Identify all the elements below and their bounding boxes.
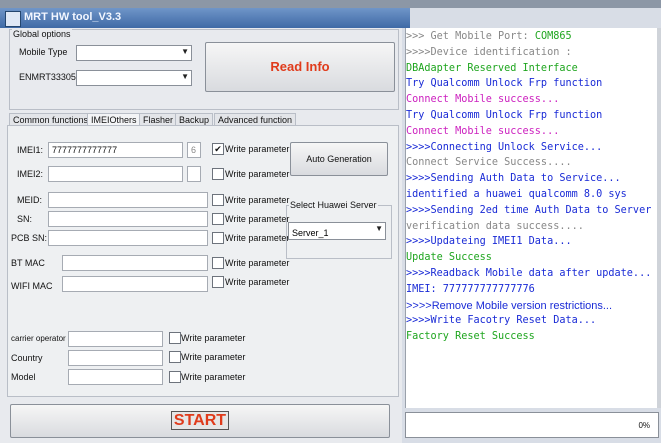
log-line: Connect Service Success....: [406, 157, 572, 169]
log-line: >>> Get Mobile Port: COM865: [406, 31, 572, 42]
progress-bar: 0%: [405, 412, 659, 438]
global-options-label: Global options: [12, 29, 72, 39]
enmrt-value: [77, 76, 80, 86]
bt-mac-input[interactable]: [62, 255, 208, 271]
wifi-mac-input[interactable]: [62, 276, 208, 292]
enmrt-label: ENMRT33305: [19, 72, 76, 82]
meid-write-checkbox[interactable]: [212, 194, 224, 206]
log-line: Connect Mobile success...: [406, 94, 560, 106]
log-line: Try Qualcomm Unlock Frp function: [406, 110, 603, 121]
country-write-label: Write parameter: [181, 352, 246, 362]
title-bar[interactable]: MRT HW tool_V3.3: [0, 8, 410, 28]
log-line: Connect Mobile success...: [406, 125, 560, 137]
enmrt-select[interactable]: ▼: [76, 70, 192, 86]
log-line: >>>>Write Facotry Reset Data...: [406, 315, 597, 327]
chevron-down-icon: ▼: [181, 47, 189, 56]
imei1-write-checkbox[interactable]: ✔: [212, 143, 224, 155]
log-line: >>>>Sending 2ed time Auth Data to Server: [406, 204, 652, 216]
log-scrollbar[interactable]: [657, 28, 661, 408]
wifi-mac-label: WIFI MAC: [11, 281, 53, 291]
start-button[interactable]: START: [10, 404, 390, 438]
sn-label: SN:: [17, 214, 33, 224]
log-line: >>>>Sending Auth Data to Service...: [406, 173, 621, 185]
carrier-write-label: Write parameter: [181, 333, 246, 343]
pcb-sn-write-label: Write parameter: [225, 233, 290, 243]
chevron-down-icon: ▼: [181, 72, 189, 81]
meid-write-label: Write parameter: [225, 195, 290, 205]
mobile-type-select[interactable]: ▼: [76, 45, 192, 61]
country-label: Country: [11, 353, 43, 363]
pcb-sn-write-checkbox[interactable]: [212, 232, 224, 244]
mobile-type-label: Mobile Type: [19, 47, 68, 57]
window-title: MRT HW tool_V3.3: [24, 11, 122, 23]
model-label: Model: [11, 372, 36, 382]
progress-percent: 0%: [638, 421, 650, 430]
carrier-operator-label: carrier operator: [11, 334, 66, 343]
bt-mac-label: BT MAC: [11, 258, 45, 268]
imei2-write-checkbox[interactable]: [212, 168, 224, 180]
app-icon: [5, 11, 21, 27]
auto-generation-button[interactable]: Auto Generation: [290, 142, 388, 176]
top-strip: [0, 0, 661, 8]
imei1-label: IMEI1:: [17, 145, 44, 155]
mobile-type-value: [77, 51, 80, 61]
imei2-input[interactable]: [48, 166, 183, 182]
log-line: >>>>Readback Mobile data after update...: [406, 268, 652, 279]
pcb-sn-input[interactable]: [48, 230, 208, 246]
model-input[interactable]: [68, 369, 163, 385]
server-select[interactable]: Server_1 ▼: [288, 222, 386, 240]
bt-mac-write-checkbox[interactable]: [212, 257, 224, 269]
imei1-check-digit: 6: [187, 142, 201, 158]
meid-input[interactable]: [48, 192, 208, 208]
sn-write-checkbox[interactable]: [212, 213, 224, 225]
country-input[interactable]: [68, 350, 163, 366]
log-line: >>>>Device identification :: [406, 46, 572, 58]
wifi-mac-write-checkbox[interactable]: [212, 276, 224, 288]
log-line: DBAdapter Reserved Interface: [406, 62, 578, 74]
imei2-check-digit: [187, 166, 201, 182]
server-group-label: Select Huawei Server: [289, 200, 378, 210]
wifi-mac-write-label: Write parameter: [225, 277, 290, 287]
log-line: identified a huawei qualcomm 8.0 sys: [406, 189, 627, 200]
read-info-button[interactable]: Read Info: [205, 42, 395, 92]
sn-write-label: Write parameter: [225, 214, 290, 224]
log-line: Try Qualcomm Unlock Frp function: [406, 78, 603, 90]
imei1-input[interactable]: 7777777777777: [48, 142, 183, 158]
model-write-label: Write parameter: [181, 372, 246, 382]
country-write-checkbox[interactable]: [169, 351, 181, 363]
model-write-checkbox[interactable]: [169, 371, 181, 383]
carrier-write-checkbox[interactable]: [169, 332, 181, 344]
server-value: Server_1: [292, 228, 329, 238]
log-line: Factory Reset Success: [406, 331, 535, 343]
chevron-down-icon: ▼: [375, 224, 383, 233]
imei1-write-label: Write parameter: [225, 144, 290, 154]
bt-mac-write-label: Write parameter: [225, 258, 290, 268]
meid-label: MEID:: [17, 195, 43, 205]
imei2-label: IMEI2:: [17, 169, 44, 179]
pcb-sn-label: PCB SN:: [11, 233, 48, 243]
sn-input[interactable]: [48, 211, 208, 227]
log-line: >>>>Updateing IMEI1 Data...: [406, 236, 572, 248]
start-label: START: [170, 411, 230, 430]
log-line: Update Success: [406, 252, 492, 264]
log-output[interactable]: >>> Get Mobile Port: COM865 >>>>Device id…: [405, 28, 661, 408]
imei2-write-label: Write parameter: [225, 169, 290, 179]
log-line: >>>>Remove Mobile version restrictions..…: [406, 299, 613, 312]
log-line: >>>>Connecting Unlock Service...: [406, 141, 603, 153]
log-line: IMEI: 777777777777776: [406, 283, 535, 295]
carrier-operator-input[interactable]: [68, 331, 163, 347]
log-line: verification data success....: [406, 220, 584, 232]
